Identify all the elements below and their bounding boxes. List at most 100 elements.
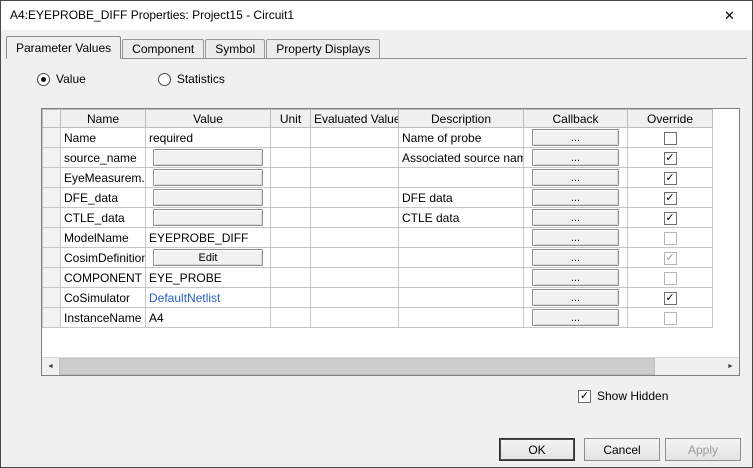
row-selector[interactable] (42, 147, 61, 168)
value-field-button[interactable] (153, 169, 263, 186)
unit-cell (270, 287, 311, 308)
table-row: InstanceName A4... (42, 307, 713, 328)
override-checkbox[interactable]: ✓ (663, 151, 677, 165)
row-selector[interactable] (42, 227, 61, 248)
tab-property-displays[interactable]: Property Displays (266, 39, 381, 58)
callback-cell: ... (523, 187, 628, 208)
column-header-callback: Callback (523, 109, 628, 128)
evaluated-value-cell (310, 187, 399, 208)
radio-statistics[interactable]: Statistics (157, 72, 225, 86)
row-selector[interactable] (42, 207, 61, 228)
close-icon[interactable]: ✕ (707, 1, 752, 30)
override-checkbox: ✓ (663, 251, 677, 265)
callback-button[interactable]: ... (532, 149, 619, 166)
row-selector[interactable] (42, 187, 61, 208)
row-selector[interactable] (42, 247, 61, 268)
override-cell: ✓ (627, 167, 713, 188)
callback-button[interactable]: ... (532, 209, 619, 226)
description-cell (398, 267, 524, 288)
row-selector[interactable] (42, 287, 61, 308)
param-value-cell (145, 147, 271, 168)
description-cell (398, 247, 524, 268)
scroll-left-icon[interactable]: ◄ (42, 358, 59, 375)
column-header-evaluated-value: Evaluated Value (310, 109, 399, 128)
row-selector[interactable] (42, 267, 61, 288)
callback-cell: ... (523, 227, 628, 248)
table-row: ModelName EYEPROBE_DIFF... (42, 227, 713, 248)
show-hidden-toggle[interactable]: ✓ Show Hidden (578, 389, 668, 403)
value-field-button[interactable] (153, 209, 263, 226)
radio-value-icon[interactable] (37, 72, 50, 86)
override-cell (627, 307, 713, 328)
param-value-cell: EYE_PROBE (145, 267, 271, 288)
unit-cell (270, 127, 311, 148)
show-hidden-checkbox[interactable]: ✓ (578, 389, 591, 403)
override-checkbox[interactable]: ✓ (663, 291, 677, 305)
param-value-cell (145, 187, 271, 208)
table-row: CoSimulator DefaultNetlist... ✓ (42, 287, 713, 308)
evaluated-value-cell (310, 147, 399, 168)
evaluated-value-cell (310, 287, 399, 308)
callback-button[interactable]: ... (532, 129, 619, 146)
callback-button[interactable]: ... (532, 289, 619, 306)
override-cell: ✓ (627, 207, 713, 228)
cancel-button[interactable]: Cancel (584, 438, 660, 461)
param-name-cell: source_name (60, 147, 146, 168)
edit-button[interactable]: Edit (153, 249, 263, 266)
param-name-cell: ModelName (60, 227, 146, 248)
param-value-cell (145, 207, 271, 228)
radio-statistics-icon[interactable] (157, 72, 171, 86)
callback-button[interactable]: ... (532, 229, 619, 246)
column-header-unit: Unit (270, 109, 311, 128)
callback-button[interactable]: ... (532, 189, 619, 206)
tab-parameter-values[interactable]: Parameter Values (6, 36, 122, 59)
param-name-cell: CosimDefinition (60, 247, 146, 268)
override-checkbox[interactable]: ✓ (663, 211, 677, 225)
scrollbar-thumb[interactable] (59, 358, 655, 375)
description-cell (398, 167, 524, 188)
window-title: A4:EYEPROBE_DIFF Properties: Project15 -… (10, 8, 295, 22)
radio-value[interactable]: Value (37, 72, 86, 86)
value-field-button[interactable] (153, 149, 263, 166)
column-header-description: Description (398, 109, 524, 128)
param-name-cell: EyeMeasurem... (60, 167, 146, 188)
override-cell: ✓ (627, 187, 713, 208)
callback-button[interactable]: ... (532, 269, 619, 286)
callback-button[interactable]: ... (532, 309, 619, 326)
evaluated-value-cell (310, 207, 399, 228)
callback-button[interactable]: ... (532, 169, 619, 186)
unit-cell (270, 207, 311, 228)
param-value-cell: Edit (145, 247, 271, 268)
override-checkbox[interactable] (663, 131, 677, 145)
override-cell (627, 127, 713, 148)
tab-component[interactable]: Component (122, 39, 205, 58)
ok-button[interactable]: OK (499, 438, 575, 461)
override-cell: ✓ (627, 287, 713, 308)
callback-button[interactable]: ... (532, 249, 619, 266)
value-link[interactable]: DefaultNetlist (149, 291, 220, 305)
tab-symbol[interactable]: Symbol (205, 39, 266, 58)
evaluated-value-cell (310, 127, 399, 148)
row-selector[interactable] (42, 127, 61, 148)
override-checkbox[interactable]: ✓ (663, 191, 677, 205)
callback-cell: ... (523, 127, 628, 148)
callback-cell: ... (523, 307, 628, 328)
row-selector[interactable] (42, 167, 61, 188)
scroll-right-icon[interactable]: ► (722, 358, 739, 375)
horizontal-scrollbar[interactable]: ◄ ► (42, 357, 739, 375)
evaluated-value-cell (310, 307, 399, 328)
title-bar: A4:EYEPROBE_DIFF Properties: Project15 -… (1, 1, 752, 30)
override-checkbox[interactable]: ✓ (663, 171, 677, 185)
value-field-button[interactable] (153, 189, 263, 206)
radio-value-label: Value (56, 72, 86, 86)
param-value-cell: A4 (145, 307, 271, 328)
properties-dialog: A4:EYEPROBE_DIFF Properties: Project15 -… (0, 0, 753, 468)
table-row: CTLE_data CTLE data... ✓ (42, 207, 713, 228)
description-cell (398, 307, 524, 328)
row-selector[interactable] (42, 307, 61, 328)
table-row: source_name Associated source name... ✓ (42, 147, 713, 168)
override-checkbox (663, 311, 677, 325)
column-header-value: Value (145, 109, 271, 128)
parameter-table: Name Value Unit Evaluated Value Description C… (42, 109, 713, 328)
table-row: Name required Name of probe... (42, 127, 713, 148)
